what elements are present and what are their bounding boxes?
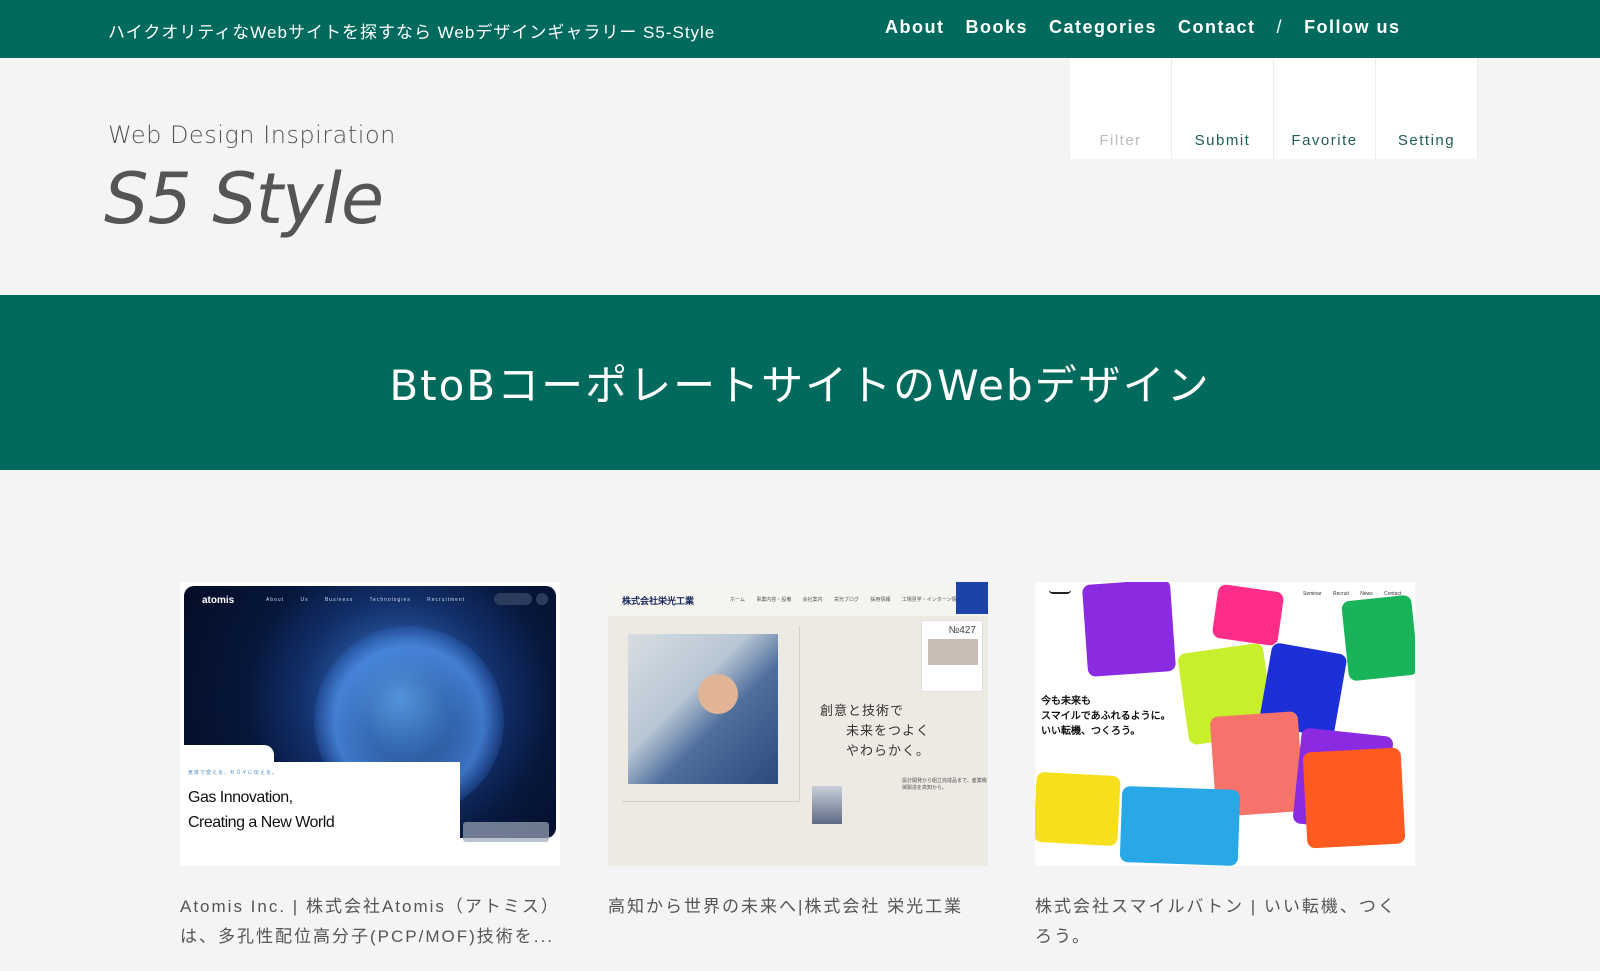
thumb-copy-line1: 今も未来も bbox=[1041, 696, 1091, 707]
speech-bubble bbox=[1302, 747, 1406, 849]
speech-bubble bbox=[1081, 582, 1177, 677]
speech-bubble bbox=[1119, 785, 1241, 866]
thumb-news-card: №427 bbox=[921, 620, 983, 692]
thumb-copy-line2: 未来をつよく bbox=[846, 724, 931, 739]
filter-button[interactable]: Filter bbox=[1070, 58, 1172, 159]
nav-separator: / bbox=[1276, 17, 1284, 37]
thumb-nav: About Us Business Technologies Recruitme… bbox=[266, 597, 466, 603]
thumb-photo bbox=[628, 634, 778, 784]
card-caption[interactable]: 高知から世界の未来へ|株式会社 栄光工業 bbox=[608, 892, 988, 922]
thumb-number: №427 bbox=[948, 625, 976, 636]
gallery-card: 株式会社栄光工業 ホーム 事業内容・設備 会社案内 栄光ブログ 採用情報 工場見… bbox=[608, 582, 988, 922]
top-nav: About Books Categories Contact / Follow … bbox=[885, 17, 1422, 38]
thumb-copy-line2: スマイルであふれるように。 bbox=[1041, 711, 1171, 722]
thumb-copy-line1: 創意と技術で bbox=[820, 704, 905, 719]
thumb-logo: atomis bbox=[202, 595, 235, 606]
speech-bubble bbox=[1035, 771, 1121, 847]
speech-bubble bbox=[1341, 594, 1415, 682]
category-title: BtoBコーポレートサイトのWebデザイン bbox=[389, 361, 1211, 410]
site-logo[interactable]: S5 Style bbox=[104, 158, 384, 240]
thumb-small-text: 設計開発から組立完成品まで、産業機械製造を高知から。 bbox=[902, 778, 987, 791]
thumb-headline-line2: Creating a New World bbox=[188, 814, 335, 831]
nav-contact[interactable]: Contact bbox=[1178, 17, 1256, 38]
top-bar: ハイクオリティなWebサイトを探すなら Webデザインギャラリー S5-Styl… bbox=[0, 0, 1600, 58]
card-caption[interactable]: Atomis Inc. | 株式会社Atomis（アトミス）は、多孔性配位高分子… bbox=[180, 892, 560, 952]
smile-logo-icon bbox=[1049, 590, 1071, 594]
thumb-copy: 創意と技術で 未来をつよく やわらかく。 bbox=[820, 702, 930, 762]
favorite-button[interactable]: Favorite bbox=[1274, 58, 1376, 159]
thumb-menu-dot bbox=[536, 593, 548, 605]
logo-subtitle[interactable]: Web Design Inspiration bbox=[108, 121, 396, 149]
category-banner: BtoBコーポレートサイトのWebデザイン bbox=[0, 295, 1600, 470]
card-thumbnail[interactable]: Seminar Recruit News Contact 今も未来も スマイルで… bbox=[1035, 582, 1415, 866]
card-thumbnail[interactable]: atomis About Us Business Technologies Re… bbox=[180, 582, 560, 866]
nav-categories[interactable]: Categories bbox=[1049, 17, 1157, 38]
thumb-headline: Gas Innovation, Creating a New World bbox=[188, 785, 335, 835]
nav-books[interactable]: Books bbox=[965, 17, 1028, 38]
thumb-contact-pill bbox=[494, 593, 532, 605]
setting-button[interactable]: Setting bbox=[1376, 58, 1478, 159]
nav-about[interactable]: About bbox=[885, 17, 944, 38]
thumb-small-text: 気体で変える、セカイに伝える。 bbox=[188, 770, 278, 776]
mail-icon bbox=[956, 582, 988, 614]
thumb-button bbox=[463, 822, 549, 842]
site-tagline: ハイクオリティなWebサイトを探すなら Webデザインギャラリー S5-Styl… bbox=[108, 23, 716, 42]
thumb-copy: 今も未来も スマイルであふれるように。 いい転機、つくろう。 bbox=[1041, 694, 1171, 739]
utility-menu: Filter Submit Favorite Setting bbox=[1070, 58, 1478, 159]
site-header: Web Design Inspiration S5 Style Filter S… bbox=[0, 58, 1600, 295]
nav-follow-us[interactable]: Follow us bbox=[1304, 17, 1401, 38]
card-thumbnail[interactable]: 株式会社栄光工業 ホーム 事業内容・設備 会社案内 栄光ブログ 採用情報 工場見… bbox=[608, 582, 988, 866]
thumb-news-image bbox=[928, 639, 978, 665]
card-caption[interactable]: 株式会社スマイルバトン | いい転機、つくろう。 bbox=[1035, 892, 1415, 952]
thumb-small-photo bbox=[812, 786, 842, 824]
thumb-copy-line3: やわらかく。 bbox=[846, 744, 931, 759]
thumb-nav: ホーム 事業内容・設備 会社案内 栄光ブログ 採用情報 工場見学・インターン情報 bbox=[730, 597, 962, 603]
thumb-brand: 株式会社栄光工業 bbox=[622, 596, 695, 606]
gallery-card: atomis About Us Business Technologies Re… bbox=[180, 582, 560, 952]
thumb-copy-line3: いい転機、つくろう。 bbox=[1041, 726, 1141, 737]
submit-button[interactable]: Submit bbox=[1172, 58, 1274, 159]
gallery-card: Seminar Recruit News Contact 今も未来も スマイルで… bbox=[1035, 582, 1415, 952]
thumb-headline-line1: Gas Innovation, bbox=[188, 789, 293, 806]
speech-bubble bbox=[1211, 583, 1285, 647]
